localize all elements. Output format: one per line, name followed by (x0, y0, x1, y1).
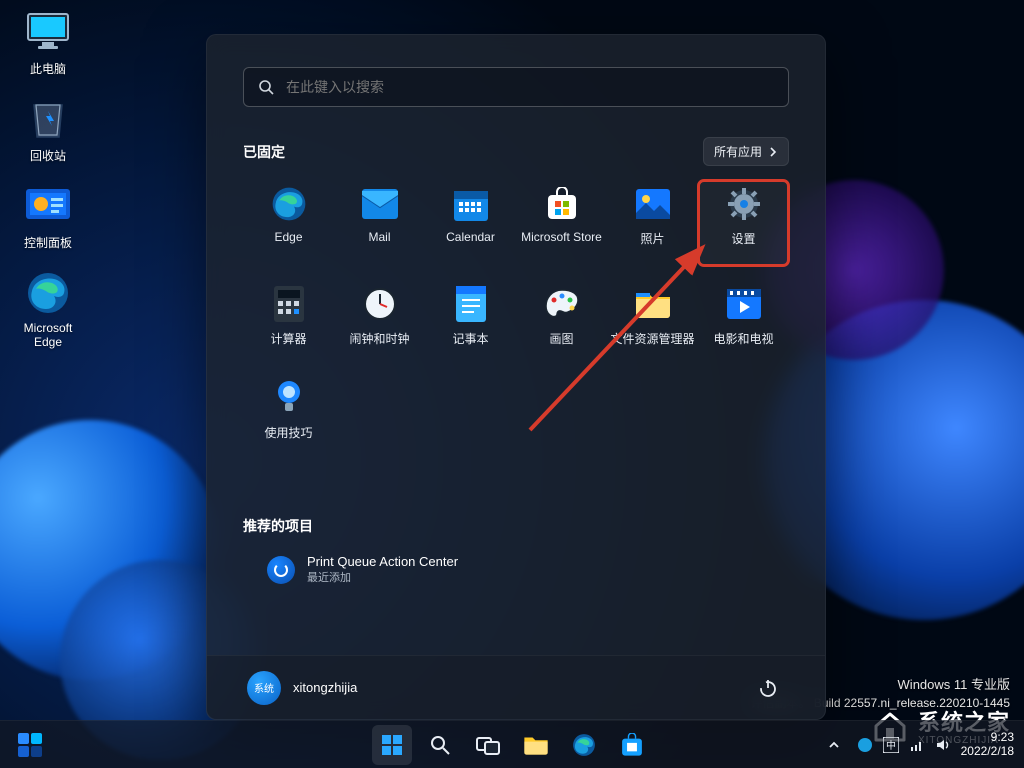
start-menu: 已固定 所有应用 Edge Mail Calendar Microsoft St… (206, 34, 826, 720)
pinned-app-label: 电影和电视 (713, 330, 773, 347)
clock-time: 9:23 (961, 731, 1014, 745)
task-view-button[interactable] (468, 725, 508, 765)
taskbar-clock[interactable]: 9:23 2022/2/18 (961, 731, 1014, 759)
recommended-title: 推荐的项目 (243, 516, 789, 536)
pinned-app-label: 计算器 (270, 330, 306, 347)
desktop-icon-control-panel[interactable]: 控制面板 (8, 182, 88, 251)
search-icon (258, 79, 274, 95)
pinned-app-movies[interactable]: 电影和电视 (698, 280, 789, 366)
printer-queue-icon (267, 556, 295, 584)
folder-icon (523, 734, 549, 756)
search-icon (429, 734, 451, 756)
pinned-app-settings[interactable]: 设置 (698, 180, 789, 266)
pinned-app-edge[interactable]: Edge (243, 180, 334, 266)
movies-icon (724, 284, 764, 324)
pinned-app-photos[interactable]: 照片 (607, 180, 698, 266)
pinned-app-mail[interactable]: Mail (334, 180, 425, 266)
recycle-bin-icon (24, 95, 72, 143)
taskbar-app-store[interactable] (612, 725, 652, 765)
desktop-icon-this-pc[interactable]: 此电脑 (8, 8, 88, 77)
pinned-app-label: 照片 (640, 230, 664, 247)
all-apps-label: 所有应用 (714, 143, 762, 160)
pinned-app-notepad[interactable]: 记事本 (425, 280, 516, 366)
desktop-icon-label: 回收站 (8, 147, 88, 164)
tips-icon (269, 378, 309, 418)
start-search[interactable] (243, 67, 789, 107)
widgets-icon (16, 731, 44, 759)
edge-icon (24, 269, 72, 317)
ime-icon[interactable]: 中 (883, 737, 899, 753)
edge-tray-icon[interactable] (857, 737, 873, 753)
desktop: 此电脑 回收站 控制面板 Microsoft Edge (8, 8, 98, 367)
pinned-app-paint[interactable]: 画图 (516, 280, 607, 366)
monitor-icon (24, 8, 72, 56)
recommended-item-subtitle: 最近添加 (307, 569, 458, 585)
chevron-right-icon (768, 147, 778, 157)
recommended-item[interactable]: Print Queue Action Center 最近添加 (243, 554, 789, 585)
pinned-title: 已固定 (243, 142, 285, 162)
pinned-app-store[interactable]: Microsoft Store (516, 180, 607, 266)
pinned-app-label: Microsoft Store (521, 230, 602, 244)
clock-icon (360, 284, 400, 324)
power-button[interactable] (751, 671, 785, 705)
pinned-app-label: 使用技巧 (264, 424, 312, 441)
desktop-icon-label: 此电脑 (8, 60, 88, 77)
control-panel-icon (24, 182, 72, 230)
avatar: 系统 (247, 671, 281, 705)
store-icon (620, 733, 644, 757)
start-footer: 系统 xitongzhijia (207, 655, 825, 719)
pinned-app-tips[interactable]: 使用技巧 (243, 374, 334, 460)
all-apps-button[interactable]: 所有应用 (703, 137, 789, 166)
chevron-up-icon (828, 739, 840, 751)
volume-icon[interactable] (935, 737, 951, 753)
notepad-icon (451, 284, 491, 324)
windows-icon (380, 733, 404, 757)
svg-text:中: 中 (886, 739, 896, 752)
user-name: xitongzhijia (293, 680, 357, 695)
mail-icon (360, 184, 400, 224)
pinned-app-label: 画图 (549, 330, 573, 347)
pinned-app-label: Calendar (446, 230, 495, 244)
pinned-app-clock[interactable]: 闹钟和时钟 (334, 280, 425, 366)
start-button[interactable] (372, 725, 412, 765)
network-icon[interactable] (909, 737, 925, 753)
pinned-app-label: 闹钟和时钟 (349, 330, 409, 347)
store-icon (542, 184, 582, 224)
recommended-item-title: Print Queue Action Center (307, 554, 458, 569)
desktop-icon-edge[interactable]: Microsoft Edge (8, 269, 88, 349)
edge-icon (572, 733, 596, 757)
edge-icon (269, 184, 309, 224)
pinned-app-calendar[interactable]: Calendar (425, 180, 516, 266)
calendar-icon (451, 184, 491, 224)
start-search-input[interactable] (286, 79, 774, 95)
taskbar-search-button[interactable] (420, 725, 460, 765)
clock-date: 2022/2/18 (961, 745, 1014, 759)
tray-overflow-button[interactable] (821, 732, 847, 758)
pinned-header: 已固定 所有应用 (243, 137, 789, 166)
gear-icon (724, 184, 764, 224)
taskbar-app-explorer[interactable] (516, 725, 556, 765)
widgets-button[interactable] (10, 725, 50, 765)
desktop-icon-recycle-bin[interactable]: 回收站 (8, 95, 88, 164)
folder-icon (633, 284, 673, 324)
pinned-grid: Edge Mail Calendar Microsoft Store 照片 设置… (243, 180, 789, 460)
taskbar: 中 9:23 2022/2/18 (0, 720, 1024, 768)
taskbar-app-edge[interactable] (564, 725, 604, 765)
task-view-icon (476, 735, 500, 755)
pinned-app-label: Mail (368, 230, 390, 244)
pinned-app-explorer[interactable]: 文件资源管理器 (607, 280, 698, 366)
pinned-app-calculator[interactable]: 计算器 (243, 280, 334, 366)
pinned-app-label: 记事本 (452, 330, 488, 347)
pinned-app-label: 文件资源管理器 (610, 330, 694, 347)
pinned-app-label: 设置 (731, 230, 755, 247)
desktop-icon-label: 控制面板 (8, 234, 88, 251)
desktop-icon-label: Microsoft Edge (8, 321, 88, 349)
paint-icon (542, 284, 582, 324)
power-icon (758, 678, 778, 698)
calculator-icon (269, 284, 309, 324)
photos-icon (633, 184, 673, 224)
user-button[interactable]: 系统 xitongzhijia (247, 671, 357, 705)
pinned-app-label: Edge (274, 230, 302, 244)
